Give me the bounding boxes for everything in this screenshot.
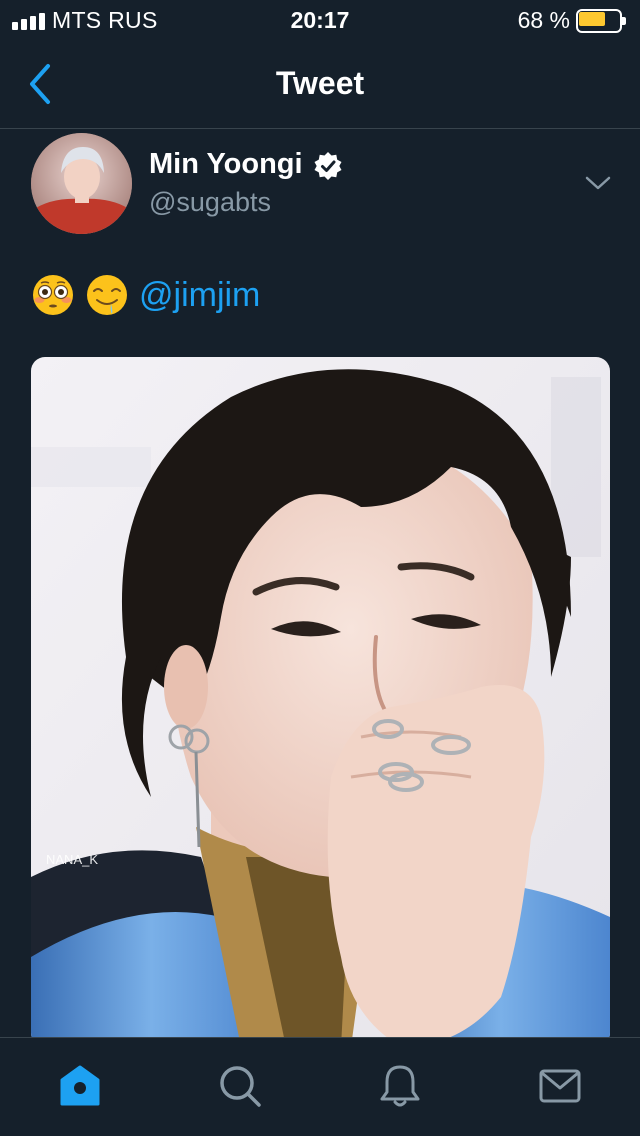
- battery-icon: [576, 9, 626, 33]
- bell-icon: [380, 1065, 420, 1107]
- tab-messages[interactable]: [536, 1062, 584, 1110]
- tab-bar: [0, 1037, 640, 1136]
- photo-image: [31, 357, 610, 1047]
- avatar-image: [31, 133, 132, 234]
- tweet-text: @jimjim: [31, 270, 260, 320]
- back-button[interactable]: [22, 60, 62, 108]
- avatar[interactable]: [31, 133, 132, 234]
- author-display-name[interactable]: Min Yoongi: [149, 148, 303, 181]
- chevron-left-icon: [30, 64, 50, 104]
- home-icon: [60, 1065, 100, 1106]
- tab-notifications[interactable]: [376, 1062, 424, 1110]
- drooling-face-emoji-icon: [87, 275, 127, 315]
- chevron-down-icon[interactable]: [584, 173, 612, 193]
- navigation-bar: Tweet: [0, 40, 640, 129]
- search-icon: [220, 1066, 261, 1107]
- status-bar: MTS RUS 20:17 68 %: [0, 0, 640, 40]
- tab-home[interactable]: [56, 1062, 104, 1110]
- verified-badge-icon: [314, 152, 342, 180]
- mail-icon: [539, 1069, 581, 1103]
- tab-search[interactable]: [216, 1062, 264, 1110]
- battery-fill: [579, 12, 605, 26]
- battery-percentage: 68 %: [517, 7, 570, 33]
- page-title: Tweet: [275, 65, 365, 101]
- tweet-photo[interactable]: [31, 357, 610, 1047]
- photo-watermark: NANA_K: [46, 852, 99, 867]
- author-username[interactable]: @sugabts: [149, 187, 271, 218]
- mention-link[interactable]: @jimjim: [139, 276, 260, 315]
- flushed-face-emoji-icon: [33, 275, 73, 315]
